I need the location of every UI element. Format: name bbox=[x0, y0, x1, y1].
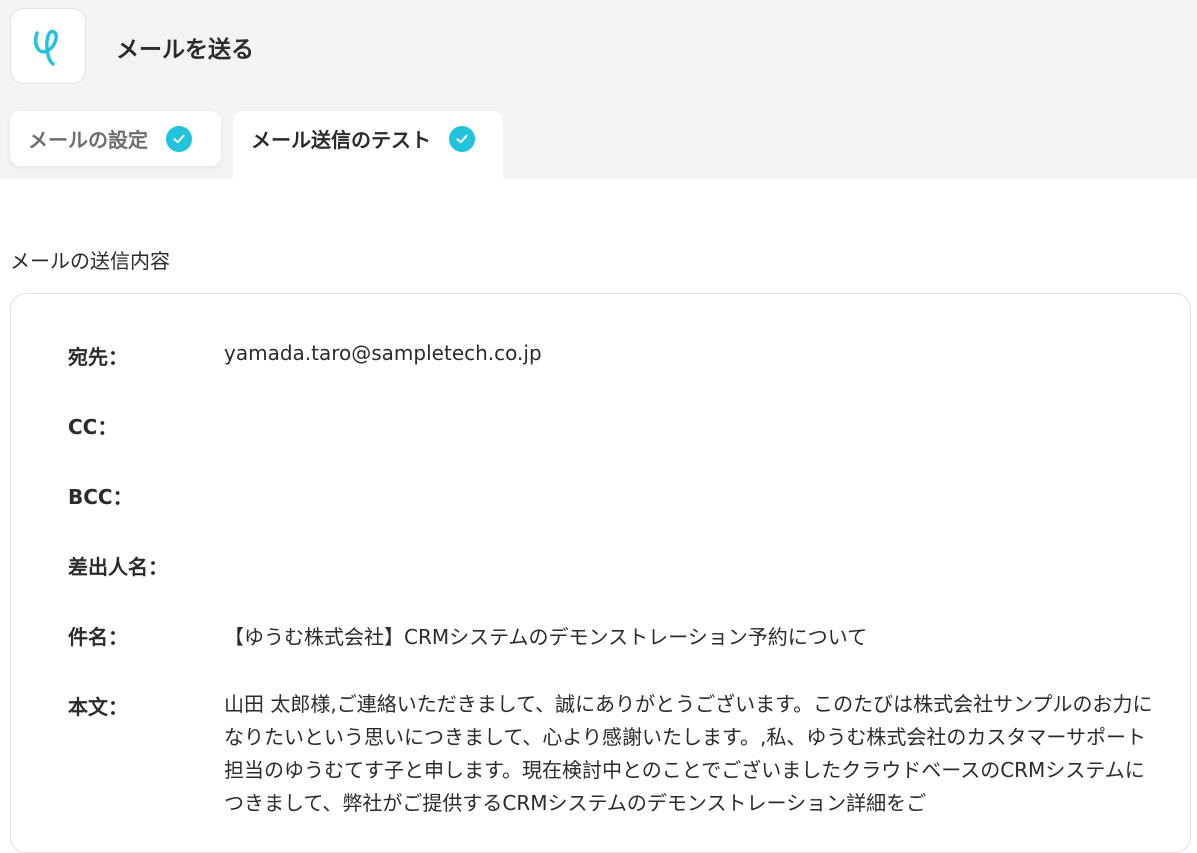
body-label: 本文： bbox=[68, 695, 128, 719]
subject-value: 【ゆうむ株式会社】CRMシステムのデモンストレーション予約について bbox=[224, 625, 868, 649]
page-title: メールを送る bbox=[116, 37, 254, 63]
body-value: 山田 太郎様,ご連絡いただきまして、誠にありがとうございます。このたびは株式会社… bbox=[224, 692, 1153, 815]
sender-name-label: 差出人名： bbox=[68, 555, 168, 579]
tab-label: メールの設定 bbox=[28, 128, 148, 152]
tab-send-test[interactable]: メール送信のテスト bbox=[233, 111, 503, 179]
section-title: メールの送信内容 bbox=[10, 249, 170, 273]
to-label: 宛先： bbox=[68, 345, 128, 369]
yoom-logo-icon bbox=[34, 29, 58, 66]
cc-label: CC： bbox=[68, 415, 118, 439]
check-circle-icon bbox=[449, 125, 475, 152]
bcc-label: BCC： bbox=[68, 485, 133, 509]
app-logo bbox=[10, 8, 86, 84]
tab-label: メール送信のテスト bbox=[251, 128, 431, 152]
header-bar: メールを送る メールの設定 メール送信のテスト bbox=[0, 0, 1197, 179]
tab-mail-settings[interactable]: メールの設定 bbox=[10, 111, 221, 166]
mail-content-card: 宛先： yamada.taro@sampletech.co.jp CC： BCC… bbox=[10, 293, 1191, 853]
subject-label: 件名： bbox=[68, 625, 128, 649]
to-value: yamada.taro@sampletech.co.jp bbox=[224, 341, 542, 365]
check-circle-icon bbox=[166, 125, 192, 152]
